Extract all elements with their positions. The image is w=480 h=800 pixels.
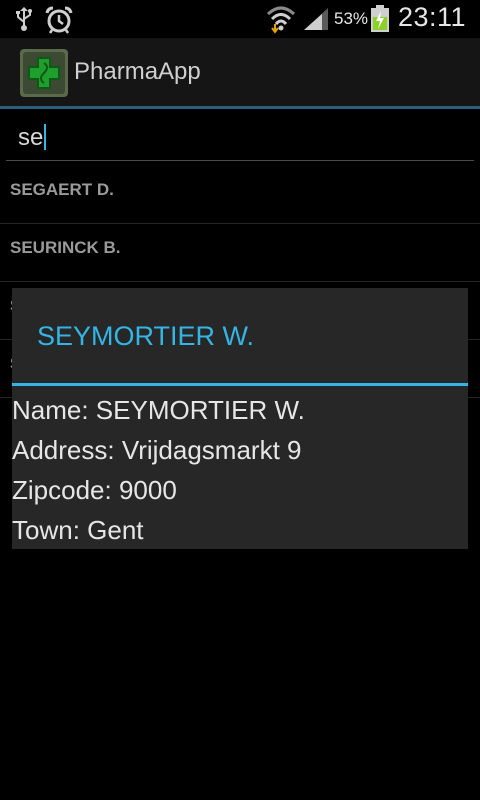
action-bar: PharmaApp: [0, 38, 480, 106]
dialog-zipcode-line: Zipcode: 9000: [12, 475, 177, 505]
screen: 53% 23:11 PharmaApp se SEGAERT D. SEURIN…: [0, 0, 480, 800]
search-input-value: se: [18, 124, 44, 151]
dialog-name-line: Name: SEYMORTIER W.: [12, 395, 305, 425]
text-cursor: [44, 124, 47, 150]
search-input[interactable]: se: [6, 112, 474, 161]
battery-charging-icon: [370, 5, 390, 37]
dialog-title-divider: [12, 383, 468, 386]
list-item-label: SEGAERT D.: [10, 180, 114, 199]
list-item[interactable]: SEURINCK B.: [0, 224, 480, 282]
status-bar: 53% 23:11: [0, 0, 480, 38]
dialog-address-line: Address: Vrijdagsmarkt 9: [12, 435, 302, 465]
dialog-body: Name: SEYMORTIER W. Address: Vrijdagsmar…: [12, 392, 468, 552]
action-bar-divider: [0, 106, 480, 109]
dialog-title: SEYMORTIER W.: [37, 321, 255, 351]
wifi-icon: [266, 4, 296, 38]
usb-icon: [14, 6, 34, 36]
dialog-town-line: Town: Gent: [12, 515, 144, 545]
alarm-clock-icon: [44, 6, 74, 38]
signal-icon: [302, 6, 330, 36]
battery-percent: 53%: [334, 9, 369, 28]
search-input-text[interactable]: se: [18, 124, 47, 152]
detail-dialog: SEYMORTIER W. Name: SEYMORTIER W. Addres…: [12, 288, 468, 549]
list-item-label: SEURINCK B.: [10, 238, 121, 257]
pharmacy-cross-icon[interactable]: [20, 49, 68, 101]
clock-time: 23:11: [398, 2, 467, 32]
list-item[interactable]: SEGAERT D.: [0, 166, 480, 224]
app-title: PharmaApp: [74, 58, 201, 85]
